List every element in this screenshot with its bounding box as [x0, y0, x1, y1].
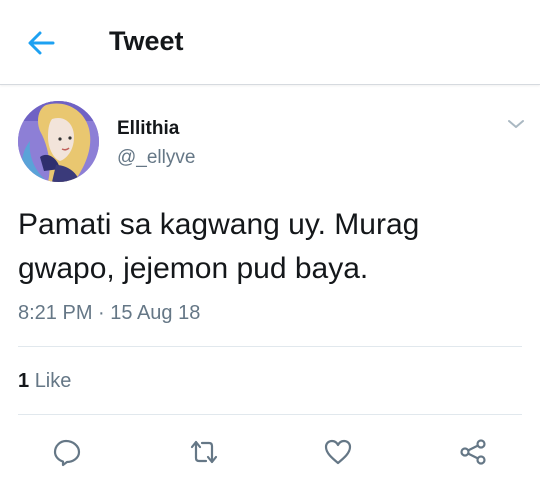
like-button[interactable] — [323, 437, 353, 467]
tweet-options-button[interactable] — [505, 116, 527, 132]
divider — [18, 414, 522, 415]
tweet-text-line: gwapo, jejemon pud baya. — [18, 252, 369, 285]
divider — [18, 346, 522, 347]
tweet-timestamp[interactable]: 8:21 PM · 15 Aug 18 — [18, 302, 200, 325]
likes-label: Like — [34, 370, 72, 392]
heart-icon — [324, 439, 352, 465]
top-bar: Tweet — [0, 0, 540, 85]
avatar-image — [18, 101, 99, 182]
reply-button[interactable] — [52, 437, 82, 467]
author-handle[interactable]: @_ellyve — [117, 147, 195, 169]
retweet-icon — [190, 440, 218, 464]
author-name[interactable]: Ellithia — [117, 118, 179, 140]
likes-count[interactable]: 1 Like — [18, 370, 71, 393]
share-icon — [460, 439, 486, 465]
share-button[interactable] — [458, 437, 488, 467]
retweet-button[interactable] — [189, 437, 219, 467]
chevron-down-icon — [508, 120, 524, 128]
arrow-left-icon — [28, 31, 55, 55]
avatar[interactable] — [18, 101, 99, 182]
likes-number: 1 — [18, 370, 30, 392]
tweet-text: Pamati sa kagwang uy. Murag gwapo, jejem… — [18, 203, 523, 291]
back-button[interactable] — [26, 29, 56, 57]
reply-icon — [53, 439, 81, 467]
page-title: Tweet — [109, 26, 184, 56]
tweet-text-line: Pamati sa kagwang uy. Murag — [18, 208, 420, 241]
